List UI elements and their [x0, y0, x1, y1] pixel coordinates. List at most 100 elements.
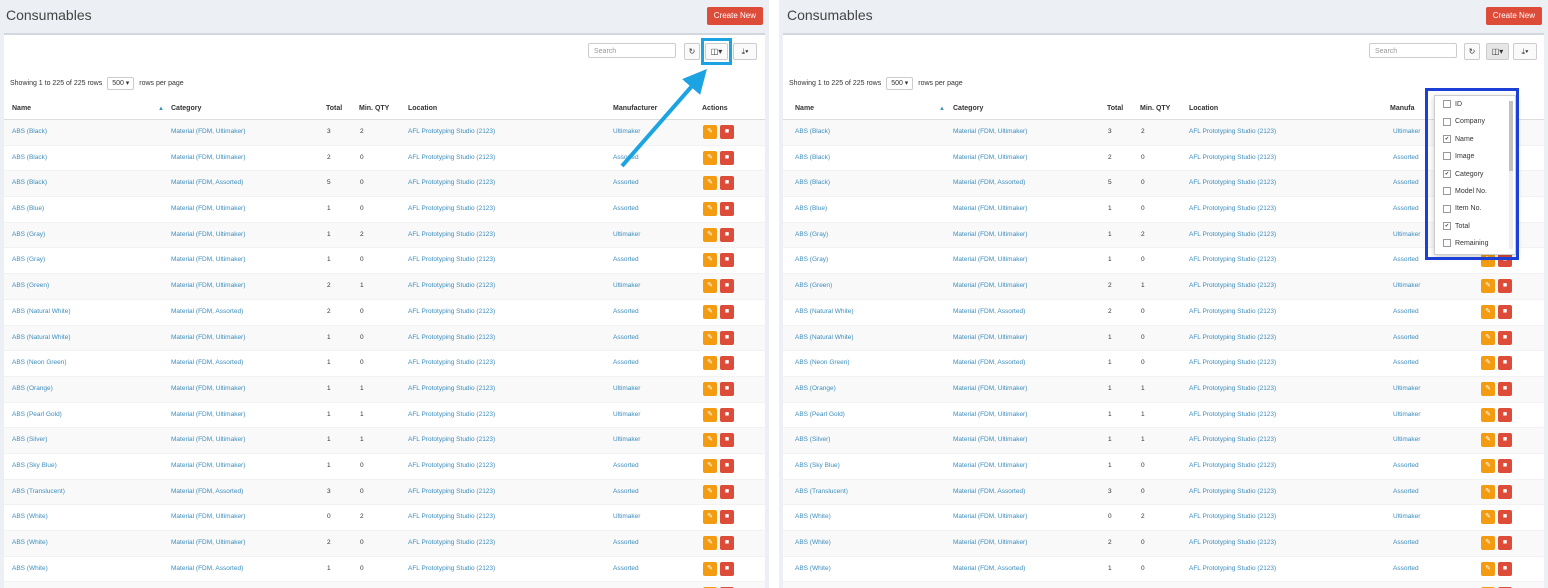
item-name-link[interactable]: ABS (Green) [795, 274, 832, 298]
item-name-link[interactable]: ABS (Black) [12, 146, 47, 170]
category-link[interactable]: Material (FDM, Assorted) [171, 300, 243, 324]
edit-button[interactable]: ✎ [703, 202, 717, 217]
delete-button[interactable]: ■ [1498, 433, 1512, 448]
delete-button[interactable]: ■ [1498, 561, 1512, 576]
category-link[interactable]: Material (FDM, Ultimaker) [171, 377, 245, 401]
item-name-link[interactable]: ABS (Gray) [12, 248, 45, 272]
category-link[interactable]: Material (FDM, Ultimaker) [171, 274, 245, 298]
header-name[interactable]: Name [12, 99, 31, 119]
location-link[interactable]: AFL Prototyping Studio (2123) [1189, 557, 1276, 581]
location-link[interactable]: AFL Prototyping Studio (2123) [408, 403, 495, 427]
edit-button[interactable]: ✎ [1481, 330, 1495, 345]
item-name-link[interactable]: ABS (Orange) [12, 377, 53, 401]
edit-button[interactable]: ✎ [703, 150, 717, 165]
category-link[interactable]: Material (FDM, Ultimaker) [953, 505, 1027, 529]
delete-button[interactable]: ■ [1498, 330, 1512, 345]
location-link[interactable]: AFL Prototyping Studio (2123) [408, 171, 495, 195]
edit-button[interactable]: ✎ [1481, 407, 1495, 422]
manufacturer-link[interactable]: Assorted [1393, 300, 1419, 324]
header-min-qty[interactable]: Min. QTY [1140, 99, 1170, 119]
category-link[interactable]: Material (FDM, Ultimaker) [171, 403, 245, 427]
location-link[interactable]: AFL Prototyping Studio (2123) [1189, 428, 1276, 452]
category-link[interactable]: Material (FDM, Ultimaker) [171, 120, 245, 144]
category-link[interactable]: Material (FDM, Ultimaker) [953, 223, 1027, 247]
item-name-link[interactable]: ABS (Neon Green) [12, 351, 67, 375]
manufacturer-link[interactable]: Ultimaker [613, 505, 640, 529]
manufacturer-link[interactable]: Ultimaker [613, 120, 640, 144]
delete-button[interactable]: ■ [1498, 279, 1512, 294]
location-link[interactable]: AFL Prototyping Studio (2123) [1189, 223, 1276, 247]
edit-button[interactable]: ✎ [703, 227, 717, 242]
category-link[interactable]: Material (FDM, Assorted) [171, 557, 243, 581]
edit-button[interactable]: ✎ [703, 458, 717, 473]
manufacturer-link[interactable]: Ultimaker [1393, 428, 1420, 452]
delete-button[interactable]: ■ [1498, 356, 1512, 371]
edit-button[interactable]: ✎ [703, 176, 717, 191]
manufacturer-link[interactable]: Assorted [613, 557, 639, 581]
manufacturer-link[interactable]: Ultimaker [1393, 403, 1420, 427]
edit-button[interactable]: ✎ [1481, 381, 1495, 396]
category-link[interactable]: Material (FDM, Ultimaker) [171, 326, 245, 350]
location-link[interactable]: AFL Prototyping Studio (2123) [408, 300, 495, 324]
location-link[interactable]: AFL Prototyping Studio (2123) [408, 146, 495, 170]
category-link[interactable]: Material (FDM, Ultimaker) [171, 454, 245, 478]
edit-button[interactable]: ✎ [703, 510, 717, 525]
export-button[interactable]: ⤓▾ [1513, 43, 1537, 60]
header-category[interactable]: Category [953, 99, 983, 119]
location-link[interactable]: AFL Prototyping Studio (2123) [1189, 403, 1276, 427]
delete-button[interactable]: ■ [1498, 484, 1512, 499]
rows-per-page-select[interactable]: 500 ▾ [886, 77, 914, 90]
location-link[interactable]: AFL Prototyping Studio (2123) [1189, 377, 1276, 401]
export-button[interactable]: ⤓▾ [733, 43, 757, 60]
edit-button[interactable]: ✎ [1481, 458, 1495, 473]
item-name-link[interactable]: ABS (White) [12, 557, 48, 581]
location-link[interactable]: AFL Prototyping Studio (2123) [1189, 351, 1276, 375]
manufacturer-link[interactable]: Assorted [613, 197, 639, 221]
manufacturer-link[interactable]: Assorted [613, 248, 639, 272]
category-link[interactable]: Material (FDM, Ultimaker) [953, 428, 1027, 452]
delete-button[interactable]: ■ [720, 253, 734, 268]
category-link[interactable]: Material (FDM, Ultimaker) [953, 274, 1027, 298]
manufacturer-link[interactable]: Ultimaker [613, 274, 640, 298]
manufacturer-link[interactable]: Ultimaker [613, 582, 640, 588]
manufacturer-link[interactable]: Assorted [1393, 531, 1419, 555]
manufacturer-link[interactable]: Assorted [1393, 171, 1419, 195]
edit-button[interactable]: ✎ [1481, 304, 1495, 319]
item-name-link[interactable]: ABS (Natural White) [12, 300, 71, 324]
edit-button[interactable]: ✎ [703, 125, 717, 139]
delete-button[interactable]: ■ [720, 176, 734, 191]
location-link[interactable]: AFL Prototyping Studio (2123) [1189, 171, 1276, 195]
location-link[interactable]: AFL Prototyping Studio (2123) [408, 248, 495, 272]
item-name-link[interactable]: ABS (Translucent) [795, 480, 848, 504]
header-name[interactable]: Name [795, 99, 814, 119]
edit-button[interactable]: ✎ [1481, 279, 1495, 294]
delete-button[interactable]: ■ [720, 125, 734, 139]
delete-button[interactable]: ■ [1498, 407, 1512, 422]
header-min-qty[interactable]: Min. QTY [359, 99, 389, 119]
rows-per-page-select[interactable]: 500 ▾ [107, 77, 135, 90]
item-name-link[interactable]: ABS (Orange) [795, 377, 836, 401]
location-link[interactable]: AFL Prototyping Studio (2123) [1189, 146, 1276, 170]
item-name-link[interactable]: ABS (Natural White) [795, 300, 854, 324]
manufacturer-link[interactable]: Assorted [1393, 248, 1419, 272]
manufacturer-link[interactable]: Assorted [613, 326, 639, 350]
location-link[interactable]: AFL Prototyping Studio (2123) [1189, 248, 1276, 272]
edit-button[interactable]: ✎ [703, 330, 717, 345]
manufacturer-link[interactable]: Assorted [1393, 557, 1419, 581]
location-link[interactable]: AFL Prototyping Studio (2123) [408, 223, 495, 247]
category-link[interactable]: Material (FDM, Assorted) [953, 351, 1025, 375]
delete-button[interactable]: ■ [1498, 510, 1512, 525]
item-name-link[interactable]: ABS (White) [795, 557, 831, 581]
edit-button[interactable]: ✎ [703, 561, 717, 576]
category-link[interactable]: Material (FDM, Ultimaker) [953, 326, 1027, 350]
category-link[interactable]: Material (FDM, Assorted) [953, 557, 1025, 581]
delete-button[interactable]: ■ [1498, 381, 1512, 396]
manufacturer-link[interactable]: Ultimaker [1393, 582, 1420, 588]
item-name-link[interactable]: ABS (Natural White) [12, 326, 71, 350]
category-link[interactable]: Material (FDM, Ultimaker) [953, 146, 1027, 170]
category-link[interactable]: Material (FDM, Ultimaker) [171, 505, 245, 529]
manufacturer-link[interactable]: Ultimaker [613, 377, 640, 401]
location-link[interactable]: AFL Prototyping Studio (2123) [1189, 300, 1276, 324]
category-link[interactable]: Material (FDM, Assorted) [953, 171, 1025, 195]
item-name-link[interactable]: ABS (Sky Blue) [795, 454, 840, 478]
